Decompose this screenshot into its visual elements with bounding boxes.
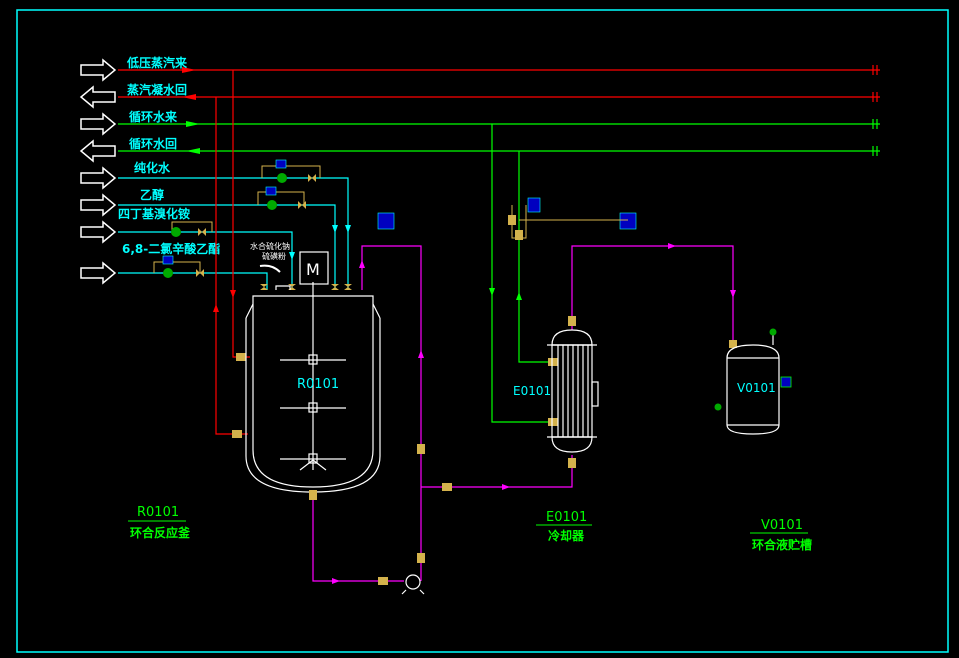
condenser-tag-in-vessel: E0101 bbox=[513, 384, 551, 398]
label-cooling-water-supply: 循环水来 bbox=[129, 109, 178, 124]
label-cooling-water-return: 循环水回 bbox=[129, 136, 177, 151]
tank-level-transmitter bbox=[780, 376, 792, 388]
label-steam-supply: 低压蒸汽来 bbox=[126, 55, 188, 70]
tank-title-tag: V0101 bbox=[761, 518, 803, 533]
drawing-frame bbox=[16, 9, 949, 653]
label-ethanol: 乙醇 bbox=[140, 187, 164, 202]
tank-tag-in-vessel: V0101 bbox=[737, 381, 776, 395]
motor-label: M bbox=[306, 260, 320, 279]
equipment-title-reactor: R0101 环合反应釜 bbox=[128, 505, 191, 540]
condenser-e0101 bbox=[547, 329, 599, 453]
tank-level-gauge bbox=[714, 403, 722, 411]
label-dichlorooctanoate: 6,8-二氯辛酸乙酯 bbox=[122, 241, 220, 256]
process-lines bbox=[312, 243, 736, 584]
utility-lines bbox=[118, 65, 880, 156]
solid-feed-arrow bbox=[259, 264, 281, 273]
reactor-title-tag: R0101 bbox=[137, 505, 179, 520]
reactor-title-name: 环合反应釜 bbox=[130, 525, 191, 540]
condenser-water-lines bbox=[489, 124, 552, 423]
label-steam-condensate: 蒸汽凝水回 bbox=[127, 82, 187, 97]
label-tbab: 四丁基溴化铵 bbox=[118, 206, 190, 221]
instruments bbox=[377, 197, 637, 230]
tank-pressure-gauge bbox=[769, 328, 777, 336]
condenser-title-name: 冷却器 bbox=[548, 528, 585, 543]
condenser-title-tag: E0101 bbox=[546, 510, 587, 525]
equipment-title-tank: V0101 环合液贮槽 bbox=[750, 518, 812, 552]
pid-diagram: 低压蒸汽来 蒸汽凝水回 循环水来 循环水回 纯化水 乙醇 四丁基溴化铵 6,8-… bbox=[16, 9, 949, 653]
equipment-title-condenser: E0101 冷却器 bbox=[536, 510, 592, 543]
solid-feed-label-2: 硫磺粉 bbox=[262, 251, 286, 261]
reactor-tag-in-vessel: R0101 bbox=[297, 377, 339, 392]
off-page-connectors bbox=[79, 58, 117, 285]
reactor-r0101 bbox=[245, 251, 381, 493]
label-purified-water: 纯化水 bbox=[134, 160, 171, 175]
solid-feed-label-1: 水合硫化钠 bbox=[250, 241, 290, 251]
jacket-valves bbox=[232, 353, 246, 438]
tank-title-name: 环合液贮槽 bbox=[752, 537, 812, 552]
